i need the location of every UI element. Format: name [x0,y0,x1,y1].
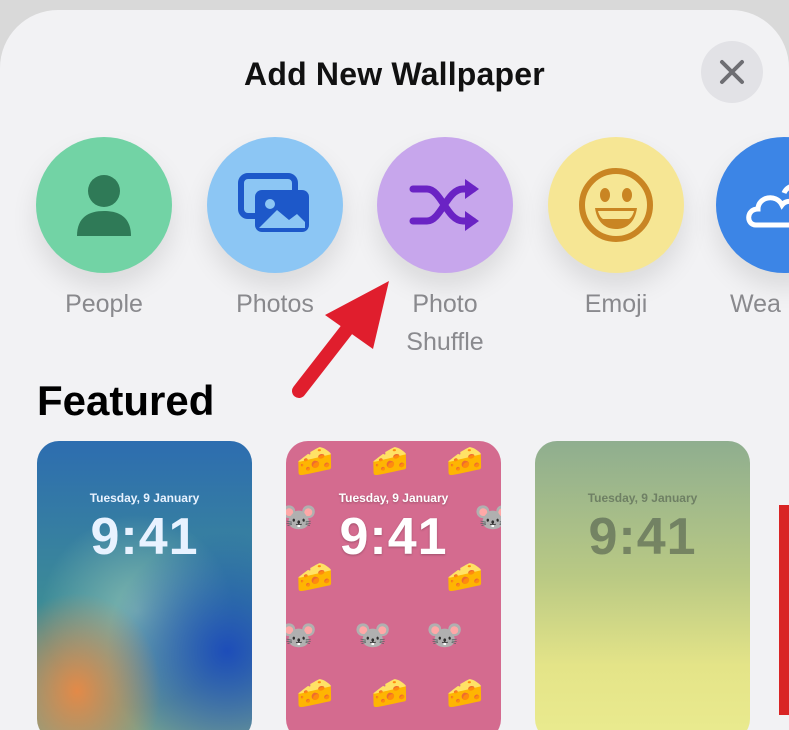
photos-icon [238,173,309,232]
mouse-icon: 🐭 [426,619,464,652]
cheese-icon: 🧀 [296,561,334,594]
person-icon [77,175,131,236]
weather-circle[interactable] [716,137,789,273]
close-icon [720,60,744,84]
wallpaper-type-people[interactable]: People [34,137,174,323]
type-label-emoji: Emoji [584,290,648,318]
sheet-title: Add New Wallpaper [244,56,545,92]
featured-heading: Featured [37,377,215,424]
cheese-icon: 🧀 [446,445,484,478]
featured-wallpaper-card[interactable]: Tuesday, 9 January 9:41 [535,441,750,730]
people-circle[interactable] [36,137,172,273]
wallpaper-type-photo-shuffle[interactable]: Photo Shuffle [375,137,515,361]
cheese-icon: 🧀 [371,445,409,478]
weather-icon [746,184,789,228]
cheese-icon: 🧀 [446,561,484,594]
cheese-icon: 🧀 [296,445,334,478]
cheese-icon: 🧀 [446,677,484,710]
cheese-icon: 🧀 [371,677,409,710]
mouse-icon: 🐭 [286,619,318,652]
featured-wallpaper-card[interactable]: 🧀 🧀 🧀 🐭 🐭 🧀 🧀 🐭 🐭 🐭 🧀 🧀 🧀 Tuesday, 9 Jan… [286,441,501,730]
wallpaper-type-emoji[interactable]: Emoji [546,137,686,323]
card-time: 9:41 [90,508,199,566]
smiley-icon [579,168,653,242]
wallpaper-type-weather[interactable]: Wea [716,137,789,323]
card-date: Tuesday, 9 January [587,491,698,505]
photo-shuffle-circle[interactable] [377,137,513,273]
featured-wallpaper-card[interactable]: Tuesday, 9 January 9:41 [37,441,252,730]
card-date: Tuesday, 9 January [338,491,449,505]
emoji-circle[interactable] [548,137,684,273]
mouse-icon: 🐭 [354,619,392,652]
type-label-photo-shuffle: Photo Shuffle [406,290,484,356]
photos-circle[interactable] [207,137,343,273]
card-time: 9:41 [339,508,448,566]
close-button[interactable] [701,41,763,103]
type-label-people: People [65,290,143,318]
card-date: Tuesday, 9 January [89,491,200,505]
red-arrow-annotation [292,281,389,398]
type-label-weather: Wea [730,290,781,318]
shuffle-icon [409,179,479,231]
cheese-icon: 🧀 [296,677,334,710]
card-time: 9:41 [588,508,697,566]
next-card-edge [779,505,789,715]
